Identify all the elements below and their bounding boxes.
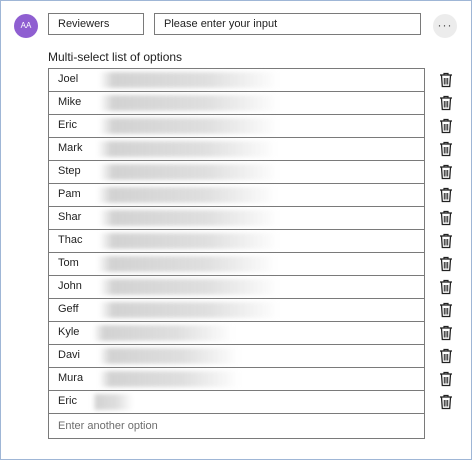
trash-icon[interactable] <box>439 141 453 157</box>
redacted-text <box>93 325 233 341</box>
option-row[interactable]: Mark <box>48 137 425 161</box>
redacted-text <box>93 394 133 410</box>
option-text: Pam <box>58 188 81 200</box>
option-text: Joel <box>58 73 79 85</box>
redacted-text <box>99 164 279 180</box>
option-text: Thac <box>58 234 83 246</box>
trash-icon[interactable] <box>439 95 453 111</box>
option-row[interactable]: Mura <box>48 367 425 391</box>
title-input[interactable]: Reviewers <box>48 13 144 35</box>
option-row[interactable]: Thac <box>48 229 425 253</box>
option-row[interactable]: Step <box>48 160 425 184</box>
option-text: Davi <box>58 349 81 361</box>
option-row[interactable]: Geff <box>48 298 425 322</box>
trash-icon[interactable] <box>439 164 453 180</box>
trash-icon[interactable] <box>439 187 453 203</box>
more-options-icon: ··· <box>437 18 453 32</box>
options-list-label: Multi-select list of options <box>48 50 183 64</box>
redacted-text <box>99 118 279 134</box>
trash-icon[interactable] <box>439 279 453 295</box>
redacted-text <box>99 302 279 318</box>
redacted-text <box>99 279 279 295</box>
redacted-text <box>99 72 279 88</box>
option-text: Step <box>58 165 81 177</box>
trash-icon[interactable] <box>439 233 453 249</box>
option-text: Geff <box>58 303 79 315</box>
option-text: Eric <box>58 119 77 131</box>
trash-icon[interactable] <box>439 72 453 88</box>
option-row[interactable]: Shar <box>48 206 425 230</box>
option-text: Mura <box>58 372 84 384</box>
option-row[interactable]: Eric <box>48 390 425 414</box>
redacted-text <box>99 95 279 111</box>
trash-icon[interactable] <box>439 302 453 318</box>
option-row[interactable]: Joel <box>48 68 425 92</box>
trash-icon[interactable] <box>439 256 453 272</box>
redacted-text <box>99 371 239 387</box>
avatar: AA <box>14 14 38 38</box>
option-row[interactable]: Pam <box>48 183 425 207</box>
trash-icon[interactable] <box>439 371 453 387</box>
option-text: Kyle <box>58 326 80 338</box>
trash-icon[interactable] <box>439 394 453 410</box>
option-text: Shar <box>58 211 82 223</box>
add-option-input[interactable]: Enter another option <box>48 413 425 439</box>
option-row[interactable]: Tom <box>48 252 425 276</box>
option-row[interactable]: Kyle <box>48 321 425 345</box>
trash-icon[interactable] <box>439 210 453 226</box>
option-text: John <box>58 280 82 292</box>
option-row[interactable]: Eric <box>48 114 425 138</box>
redacted-text <box>99 210 279 226</box>
redacted-text <box>99 348 239 364</box>
trash-icon[interactable] <box>439 118 453 134</box>
option-row[interactable]: Davi <box>48 344 425 368</box>
option-text: Tom <box>58 257 79 269</box>
option-row[interactable]: Mike <box>48 91 425 115</box>
add-option-placeholder: Enter another option <box>58 420 158 432</box>
trash-icon[interactable] <box>439 348 453 364</box>
redacted-text <box>97 187 277 203</box>
option-row[interactable]: John <box>48 275 425 299</box>
option-text: Mark <box>58 142 83 154</box>
option-text: Mike <box>58 96 82 108</box>
trash-icon[interactable] <box>439 325 453 341</box>
prompt-input[interactable]: Please enter your input <box>154 13 421 35</box>
options-list: Joel Mike Eric Mark Step Pam Shar Thac Tom John Ge… <box>48 68 425 439</box>
more-options-button[interactable]: ··· <box>433 14 457 38</box>
redacted-text <box>97 141 277 157</box>
option-text: Eric <box>58 395 77 407</box>
redacted-text <box>97 256 277 272</box>
redacted-text <box>99 233 279 249</box>
